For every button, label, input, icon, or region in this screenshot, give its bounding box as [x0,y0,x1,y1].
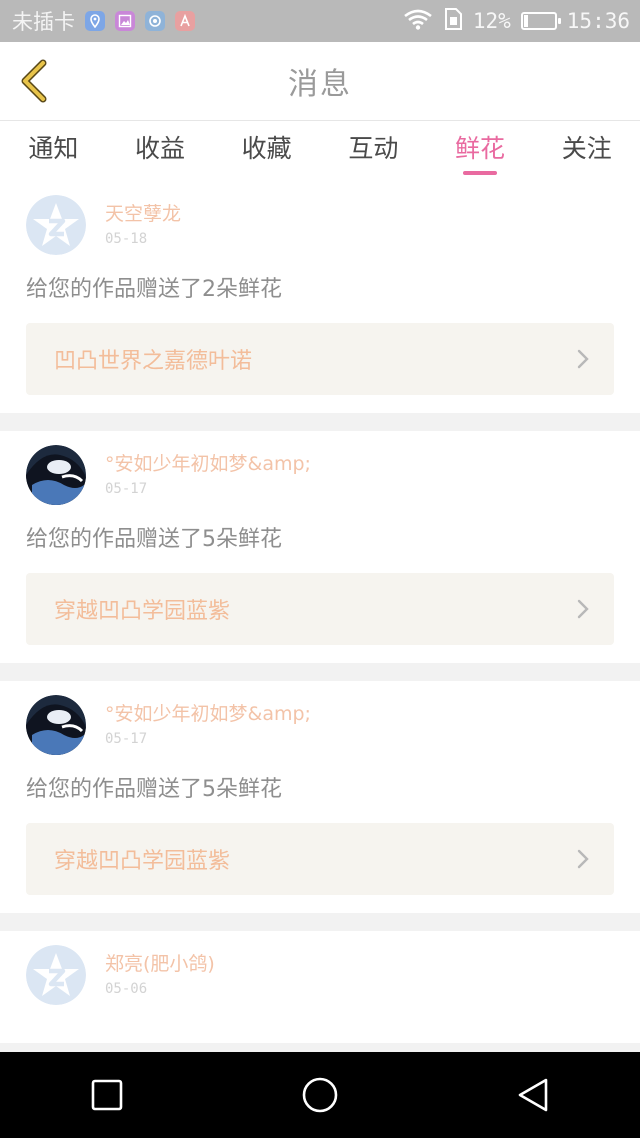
tab-favorites[interactable]: 收藏 [213,121,320,181]
work-link[interactable]: 凹凸世界之嘉德叶诺 [26,323,614,395]
tab-notifications[interactable]: 通知 [0,121,107,181]
home-button[interactable] [280,1055,360,1135]
gift-message: 给您的作品赠送了5朵鲜花 [26,527,282,552]
sim-icon [443,7,463,35]
status-bar-right: 12% 15:36 [403,7,630,35]
username[interactable]: °安如少年初如梦&amp; [105,701,311,727]
user-row: °安如少年初如梦&amp; 05-17 [26,695,614,755]
timestamp: 05-17 [105,481,148,497]
work-title: 凹凸世界之嘉德叶诺 [54,349,253,374]
header: 消息 [0,42,640,121]
triangle-back-icon [519,1078,548,1112]
tab-bar: 通知 收益 收藏 互动 鲜花 关注 [0,121,640,181]
clock: 15:36 [566,9,630,33]
timestamp: 05-17 [105,731,148,747]
tab-flowers[interactable]: 鲜花 [427,121,534,181]
tab-earnings[interactable]: 收益 [107,121,214,181]
list-item: °安如少年初如梦&amp; 05-17 给您的作品赠送了5朵鲜花 穿越凹凸学园蓝… [0,681,640,913]
chevron-right-icon [577,849,589,869]
app-icon [145,11,165,31]
status-bar-left: 未插卡 [12,6,195,36]
circle-icon [302,1077,338,1113]
work-title: 穿越凹凸学园蓝紫 [54,599,231,624]
user-meta: 天空孽龙 05-18 [105,195,181,247]
user-meta: °安如少年初如梦&amp; 05-17 [105,695,311,747]
screen: 未插卡 12% 15:36 消息 通知 收益 收藏 互动 鲜花 关注 天空孽龙 … [0,0,640,1138]
photo-avatar[interactable] [26,695,86,755]
chevron-right-icon [577,599,589,619]
photo-avatar[interactable] [26,445,86,505]
work-title: 穿越凹凸学园蓝紫 [54,849,231,874]
user-meta: °安如少年初如梦&amp; 05-17 [105,445,311,497]
list-item: °安如少年初如梦&amp; 05-17 给您的作品赠送了5朵鲜花 穿越凹凸学园蓝… [0,431,640,663]
timestamp: 05-06 [105,981,148,997]
list-item: 郑亮(肥小鸽) 05-06 [0,931,640,1043]
chevron-left-icon [21,59,47,103]
username[interactable]: 天空孽龙 [105,201,181,227]
user-row: 郑亮(肥小鸽) 05-06 [26,945,614,1005]
work-link[interactable]: 穿越凹凸学园蓝紫 [26,823,614,895]
default-avatar-icon[interactable] [26,195,86,255]
back-nav-button[interactable] [493,1055,573,1135]
recents-button[interactable] [67,1055,147,1135]
username[interactable]: 郑亮(肥小鸽) [105,951,215,977]
system-nav-bar [0,1052,640,1138]
user-row: °安如少年初如梦&amp; 05-17 [26,445,614,505]
battery-percent: 12% [472,9,511,33]
username[interactable]: °安如少年初如梦&amp; [105,451,311,477]
carrier-label: 未插卡 [12,10,75,34]
gift-message: 给您的作品赠送了2朵鲜花 [26,277,282,302]
location-icon [85,11,105,31]
timestamp: 05-18 [105,231,148,247]
gift-message: 给您的作品赠送了5朵鲜花 [26,777,282,802]
user-row: 天空孽龙 05-18 [26,195,614,255]
status-bar: 未插卡 12% 15:36 [0,0,640,42]
page-title: 消息 [288,67,352,102]
back-button[interactable] [14,58,54,104]
square-icon [91,1079,122,1111]
user-meta: 郑亮(肥小鸽) 05-06 [105,945,215,997]
app-icon-a [175,11,195,31]
battery-icon [520,12,561,30]
wifi-icon [403,8,433,34]
list-item: 天空孽龙 05-18 给您的作品赠送了2朵鲜花 凹凸世界之嘉德叶诺 [0,181,640,413]
tab-follows[interactable]: 关注 [533,121,640,181]
work-link[interactable]: 穿越凹凸学园蓝紫 [26,573,614,645]
chevron-right-icon [577,349,589,369]
tab-interactions[interactable]: 互动 [320,121,427,181]
gallery-icon [115,11,135,31]
message-list[interactable]: 天空孽龙 05-18 给您的作品赠送了2朵鲜花 凹凸世界之嘉德叶诺 °安如少年初… [0,181,640,1052]
default-avatar-icon[interactable] [26,945,86,1005]
battery-level [523,15,528,27]
